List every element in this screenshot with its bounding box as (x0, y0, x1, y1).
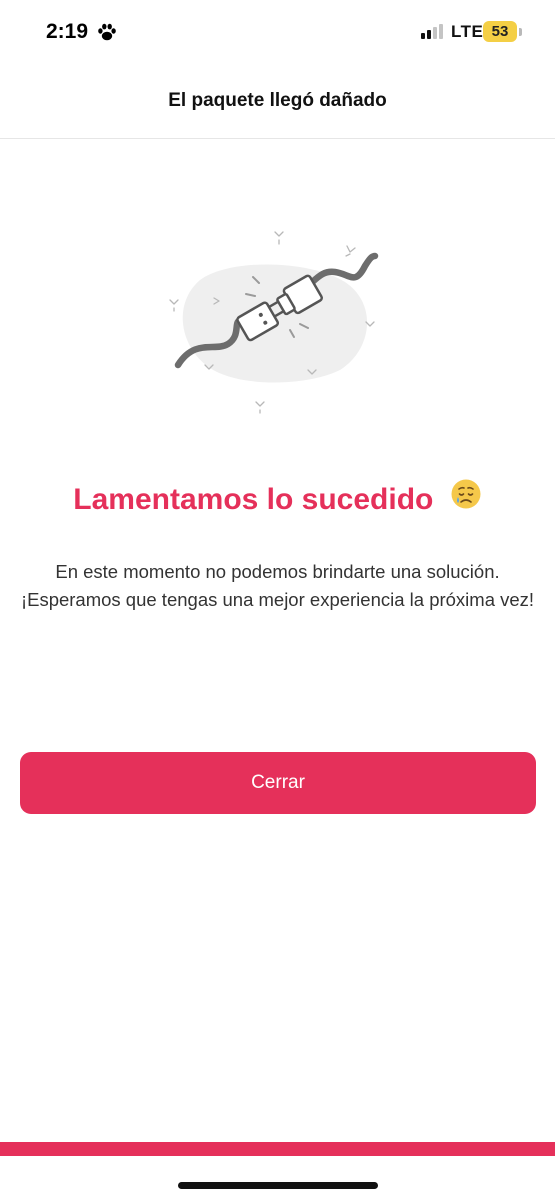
home-indicator[interactable] (178, 1182, 378, 1189)
battery-indicator: 53 (483, 21, 517, 42)
paw-icon (97, 22, 117, 47)
header: El paquete llegó dañado (0, 64, 555, 139)
unplugged-cable-icon (150, 220, 390, 420)
heading-text: Lamentamos lo sucedido (73, 483, 434, 516)
signal-icon (420, 23, 446, 44)
close-button[interactable]: Cerrar (20, 752, 536, 814)
status-bar: 2:19 LTE 53 (0, 0, 555, 64)
error-heading: Lamentamos lo sucedido (0, 479, 555, 518)
network-type: LTE (451, 22, 484, 41)
status-time: 2:19 (46, 20, 89, 43)
screen: 2:19 LTE 53 El paquete llegó dañado Lame… (0, 0, 555, 1200)
page-title: El paquete llegó dañado (168, 90, 387, 111)
error-message: En este momento no podemos brindarte una… (20, 561, 535, 610)
bottom-accent-bar (0, 1142, 555, 1156)
sad-face-icon (450, 478, 482, 518)
battery-tip (519, 28, 522, 36)
